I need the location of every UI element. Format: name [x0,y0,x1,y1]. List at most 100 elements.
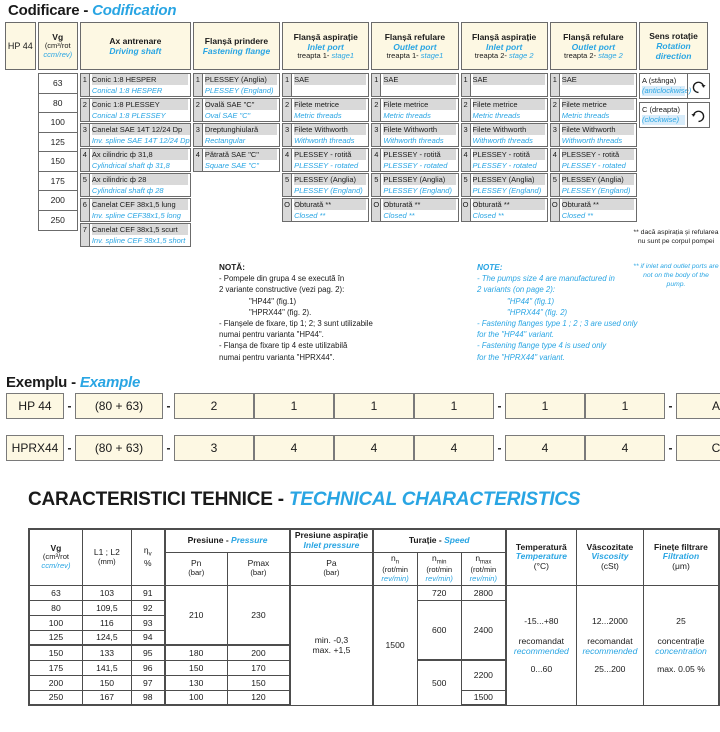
option-row[interactable]: 1 SAE [549,73,638,97]
option-text: Obturată ** Closed ** [560,199,636,221]
vg-value[interactable]: 200 [37,190,78,211]
option-row[interactable]: 6 Canelat CEF 38x1,5 lung Inv. spline CE… [79,198,191,222]
table-row: 63 103 91 210 230 min. -0,3 max. +1,5 15… [27,584,720,706]
option-row[interactable]: 4 PLESSEY - rotită PLESSEY - rotated [282,148,370,172]
vg-value[interactable]: 80 [37,92,78,114]
option-row[interactable]: 1 Conic 1:8 HESPER Conical 1:8 HESPER [79,73,191,97]
option-row[interactable]: 4 PLESSEY - rotită PLESSEY - rotated [460,148,548,172]
example-code[interactable]: 1 [585,393,665,419]
title-codification-en: Codification [92,2,177,19]
filtration-range: max. 0.05 % [657,664,705,675]
cell-eta: 93 [130,614,166,631]
vg-value[interactable]: 125 [37,131,78,153]
vg-value[interactable]: 150 [37,151,78,172]
vg-value[interactable]: 175 [37,170,78,192]
option-text: Filete metrice Metric threads [381,99,457,121]
page-title-tech: CARACTERISTICI TEHNICE - TECHNICAL CHARA… [28,489,580,511]
example-code[interactable]: 4 [334,435,414,461]
option-number: 5 [372,174,382,196]
cell-pn: 130 [164,674,228,691]
option-row[interactable]: 3 Dreptunghiulară Rectangular [192,123,281,147]
option-row[interactable]: 7 Canelat CEF 38x1,5 scurt Inv. spline C… [79,223,191,247]
option-row[interactable]: O Obturată ** Closed ** [549,198,638,222]
option-row[interactable]: 5 PLESSEY (Anglia) PLESSEY (England) [282,173,370,197]
option-text: PLESSEY (Anglia) PLESSEY (England) [560,174,636,196]
option-row[interactable]: 4 Ax cilindric ф 31,8 Cylindrical shaft … [79,148,191,172]
example-model[interactable]: HPRX44 [6,435,64,461]
option-number: O [461,199,471,221]
header-sep: - [436,534,445,545]
cell-eta: 95 [130,644,166,661]
option-row[interactable]: 5 PLESSEY (Anglia) PLESSEY (England) [549,173,638,197]
header-length: L1 ; L2 (mm) [81,527,132,586]
option-row[interactable]: O Obturată ** Closed ** [371,198,459,222]
option-row[interactable]: 3 Canelat SAE 14T 12/24 Dp Inv. spline S… [79,123,192,147]
option-text: PLESSEY - rotită PLESSEY - rotated [560,149,636,171]
option-label-en: Withworth threads [472,135,545,146]
option-row[interactable]: 5 PLESSEY (Anglia) PLESSEY (England) [371,173,459,197]
option-number: 1 [80,74,90,96]
header-pn: Pn (bar) [164,551,228,586]
driving-shaft-options: 1 Conic 1:8 HESPER Conical 1:8 HESPER 2 … [79,73,192,248]
example-code[interactable]: 4 [254,435,334,461]
option-row[interactable]: 3 Filete Withworth Withworth threads [549,123,638,147]
option-row[interactable]: 1 SAE [282,73,370,97]
option-row[interactable]: 2 Filete metrice Metric threads [371,98,459,122]
option-row[interactable]: 4 PLESSEY - rotită PLESSEY - rotated [549,148,638,172]
example-code[interactable]: 1 [254,393,334,419]
note-en-line: for the "HPRX44" variant. [477,352,565,362]
option-row[interactable]: 1 PLESSEY (Anglia) PLESSEY (England) [192,73,281,97]
option-row[interactable]: 3 Filete Withworth Withworth threads [371,123,459,147]
example-code[interactable]: 3 [174,435,254,461]
option-row[interactable]: 2 Filete metrice Metric threads [549,98,638,122]
option-row[interactable]: 2 Ovală SAE "C" Oval SAE "C" [192,98,281,122]
header-vg: Vg (cm³/rot ccm/rev) [27,527,83,586]
header-nmin: nmin (rot/min rev/min) [416,551,462,586]
example-code[interactable]: 2 [174,393,254,419]
page-title-example: Exemplu - Example [6,374,140,391]
example-separator: - [668,399,673,413]
option-row[interactable]: 3 Filete Withworth Withworth threads [282,123,370,147]
option-row[interactable]: O Obturată ** Closed ** [460,198,548,222]
example-separator: - [67,399,72,413]
option-label-ro: PLESSEY - rotită [561,149,635,160]
example-code[interactable]: 4 [414,435,494,461]
example-model[interactable]: HP 44 [6,393,64,419]
option-row[interactable]: O Obturată ** Closed ** [282,198,370,222]
vg-value[interactable]: 250 [37,209,78,231]
option-row[interactable]: 2 Conic 1:8 PLESSEY Conical 1:8 PLESSEY [79,98,191,122]
cell-length: 133 [81,644,132,661]
option-text: Ax cilindric ф 28 Cylindrical shaft ф 28 [90,174,190,196]
header-sep: - [223,534,232,545]
example-code[interactable]: 1 [505,393,585,419]
example-vg[interactable]: (80 + 63) [75,393,163,419]
example-vg[interactable]: (80 + 63) [75,435,163,461]
option-row[interactable]: 1 SAE [460,73,548,97]
option-row[interactable]: 4 PLESSEY - rotită PLESSEY - rotated [371,148,459,172]
option-label-en: PLESSEY (England) [383,185,456,196]
option-row[interactable]: 1 SAE [371,73,459,97]
option-row-rotation-cw[interactable]: C (dreapta) (clockwise) [639,102,711,128]
example-rotation-code[interactable]: A [676,393,720,419]
option-text: Dreptunghiulară Rectangular [203,124,279,146]
option-row[interactable]: 2 Filete metrice Metric threads [460,98,548,122]
example-code[interactable]: 4 [585,435,665,461]
option-row[interactable]: 5 Ax cilindric ф 28 Cylindrical shaft ф … [79,173,191,197]
option-row[interactable]: 2 Filete metrice Metric threads [282,98,370,122]
example-code[interactable]: 1 [334,393,414,419]
option-row-rotation-ccw[interactable]: A (stânga) (anticlockwise) [639,73,711,99]
cell-length: 167 [81,689,132,707]
option-text: Pătrată SAE "C" Square SAE "C" [203,149,279,171]
vg-value[interactable]: 100 [37,112,78,133]
header-rotation-direction: Sens rotație Rotation direction [639,22,709,70]
option-row[interactable]: 5 PLESSEY (Anglia) PLESSEY (England) [460,173,548,197]
vg-value[interactable]: 63 [37,73,78,94]
option-text: Canelat SAE 14T 12/24 Dp Inv. spline SAE… [90,124,192,146]
option-row[interactable]: 3 Filete Withworth Withworth threads [460,123,548,147]
example-code[interactable]: 4 [505,435,585,461]
example-code[interactable]: 1 [414,393,494,419]
option-row[interactable]: 4 Pătrată SAE "C" Square SAE "C" [192,148,281,172]
header-pn-unit: (bar) [188,568,205,578]
option-number: 3 [461,124,471,146]
example-rotation-code[interactable]: C [676,435,720,461]
